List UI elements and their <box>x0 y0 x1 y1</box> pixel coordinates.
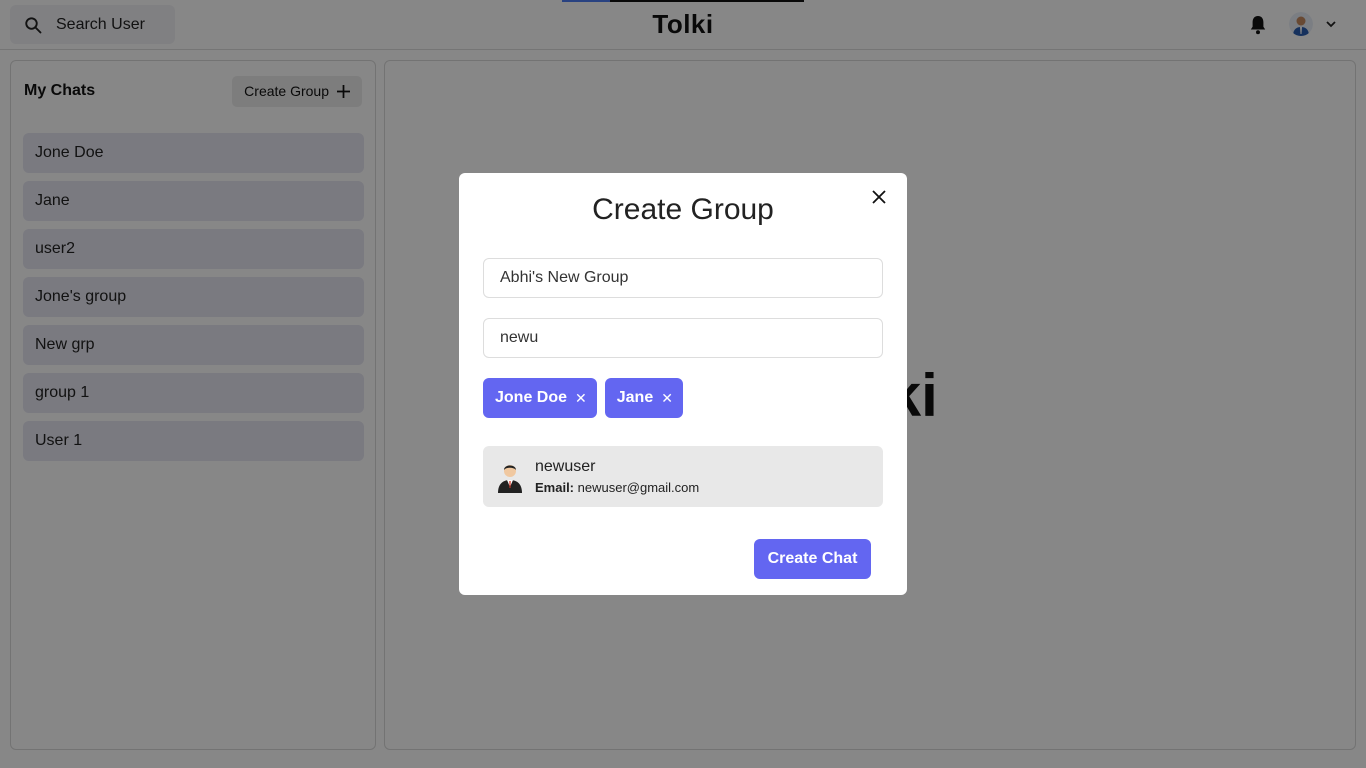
user-avatar-icon <box>495 460 525 493</box>
search-result-info: newuser Email: newuser@gmail.com <box>535 458 699 495</box>
create-chat-button[interactable]: Create Chat <box>754 539 871 579</box>
remove-chip-icon[interactable]: ✕ <box>661 391 673 405</box>
selected-users: Jone Doe ✕ Jane ✕ <box>483 378 683 418</box>
close-button[interactable] <box>869 187 889 207</box>
search-result-email: Email: newuser@gmail.com <box>535 480 699 495</box>
user-chip-label: Jane <box>616 389 654 406</box>
group-name-input[interactable] <box>483 258 883 298</box>
add-users-input[interactable] <box>483 318 883 358</box>
close-icon <box>872 190 886 204</box>
modal-title: Create Group <box>592 193 774 226</box>
create-group-modal: Create Group Jone Doe ✕ Jane ✕ newuser <box>459 173 907 595</box>
user-chip-label: Jone Doe <box>495 389 568 406</box>
email-value: newuser@gmail.com <box>577 480 700 495</box>
remove-chip-icon[interactable]: ✕ <box>575 391 587 405</box>
user-search-result[interactable]: newuser Email: newuser@gmail.com <box>483 446 883 507</box>
email-label: Email: <box>535 480 575 495</box>
user-chip: Jane ✕ <box>604 378 683 418</box>
search-result-name: newuser <box>535 458 596 475</box>
user-chip: Jone Doe ✕ <box>483 378 597 418</box>
